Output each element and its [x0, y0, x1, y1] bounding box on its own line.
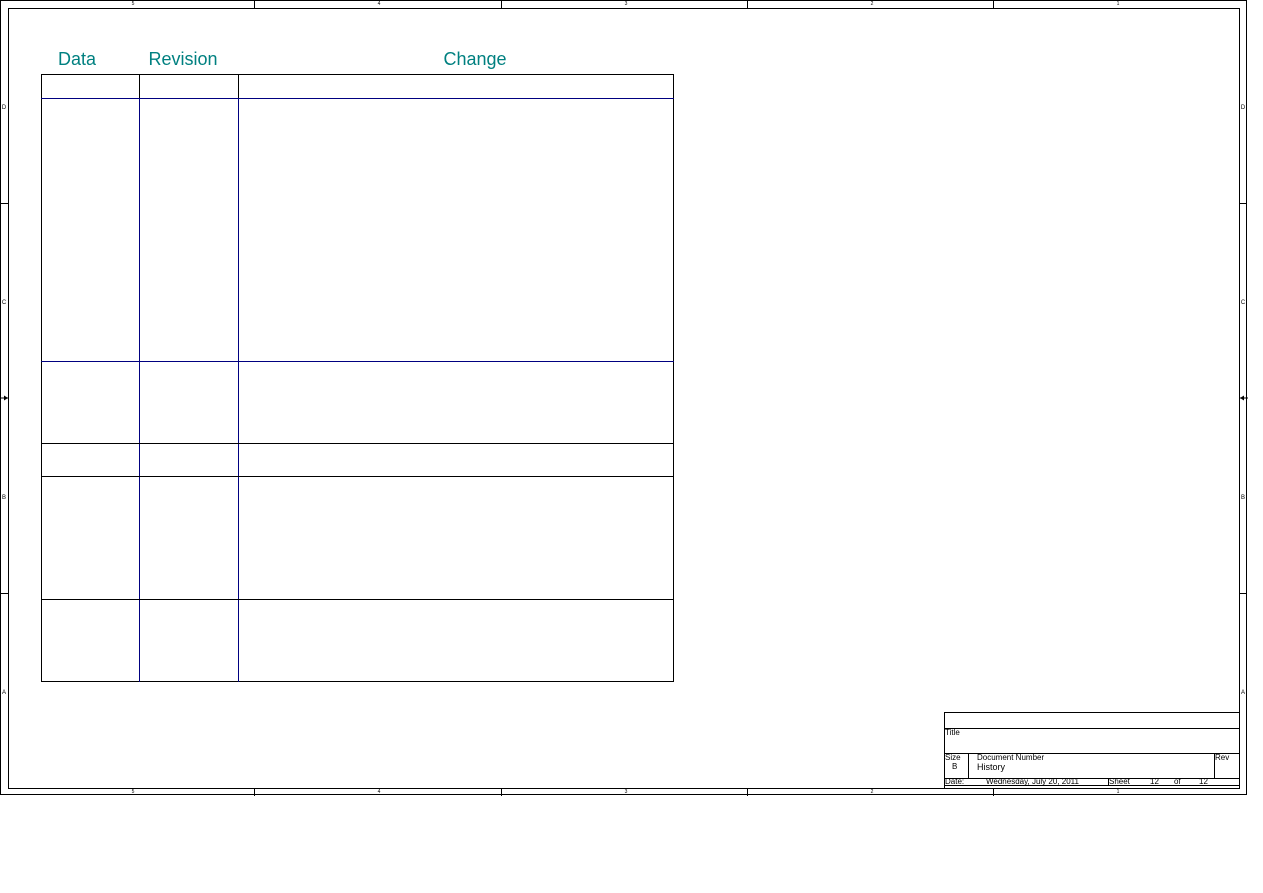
history-table — [41, 74, 674, 682]
zone-number-bottom: 5 — [131, 789, 135, 795]
zone-number-bottom: 1 — [1116, 789, 1120, 795]
table-border — [41, 74, 42, 682]
zone-number-top: 4 — [377, 1, 381, 7]
table-border — [673, 74, 674, 682]
table-border — [41, 681, 674, 682]
zone-number-bottom: 3 — [624, 789, 628, 795]
zone-tick — [0, 203, 8, 204]
table-row-divider — [41, 98, 674, 99]
zone-letter-right: B — [1240, 495, 1245, 501]
table-column-divider — [238, 99, 239, 682]
table-column-divider — [139, 74, 140, 99]
zone-number-top: 1 — [1116, 1, 1120, 7]
table-column-divider — [238, 74, 239, 99]
header-revision: Revision — [148, 49, 218, 69]
zone-tick — [0, 593, 8, 594]
zone-number-top: 2 — [870, 1, 874, 7]
header-date: Data — [57, 49, 97, 69]
table-row-divider — [41, 361, 674, 362]
zone-tick — [254, 0, 255, 8]
center-arrow-icon — [1240, 395, 1248, 401]
zone-tick — [501, 0, 502, 8]
zone-letter-left: A — [1, 690, 6, 696]
table-row-divider — [41, 443, 674, 444]
sheet-label: Sheet — [1109, 777, 1130, 786]
document-number-value: History — [977, 762, 1006, 772]
date-value: Wednesday, July 20, 2011 — [986, 777, 1079, 786]
zone-tick — [747, 788, 748, 796]
center-arrow-icon — [0, 395, 8, 401]
size-label: Size — [945, 753, 961, 762]
header-change: Change — [443, 49, 507, 69]
table-border — [41, 74, 674, 75]
title-block: Title Size B Document Number History Rev… — [944, 712, 1240, 789]
zone-number-bottom: 2 — [870, 789, 874, 795]
zone-letter-right: A — [1240, 690, 1245, 696]
zone-number-bottom: 4 — [377, 789, 381, 795]
date-label: Date: — [945, 777, 965, 786]
zone-letter-left: D — [1, 105, 7, 111]
size-value: B — [952, 762, 958, 771]
zone-tick — [747, 0, 748, 8]
zone-number-top: 5 — [131, 1, 135, 7]
title-block-divider — [944, 728, 1240, 729]
title-block-divider — [968, 753, 969, 778]
of-label: of — [1174, 777, 1181, 786]
zone-number-top: 3 — [624, 1, 628, 7]
zone-tick — [993, 788, 994, 796]
zone-tick — [1239, 203, 1247, 204]
document-number-label: Document Number — [977, 753, 1045, 762]
zone-letter-right: D — [1240, 105, 1246, 111]
table-column-divider — [139, 99, 140, 682]
zone-tick — [993, 0, 994, 8]
rev-label: Rev — [1215, 753, 1230, 762]
sheet-value: 12 — [1150, 777, 1159, 786]
zone-letter-left: C — [1, 300, 7, 306]
table-row-divider — [41, 476, 674, 477]
of-value: 12 — [1199, 777, 1208, 786]
zone-tick — [254, 788, 255, 796]
zone-letter-left: B — [1, 495, 6, 501]
title-block-border — [944, 712, 1240, 713]
table-row-divider — [41, 599, 674, 600]
zone-letter-right: C — [1240, 300, 1246, 306]
zone-tick — [1239, 593, 1247, 594]
title-label: Title — [945, 728, 960, 737]
zone-tick — [501, 788, 502, 796]
